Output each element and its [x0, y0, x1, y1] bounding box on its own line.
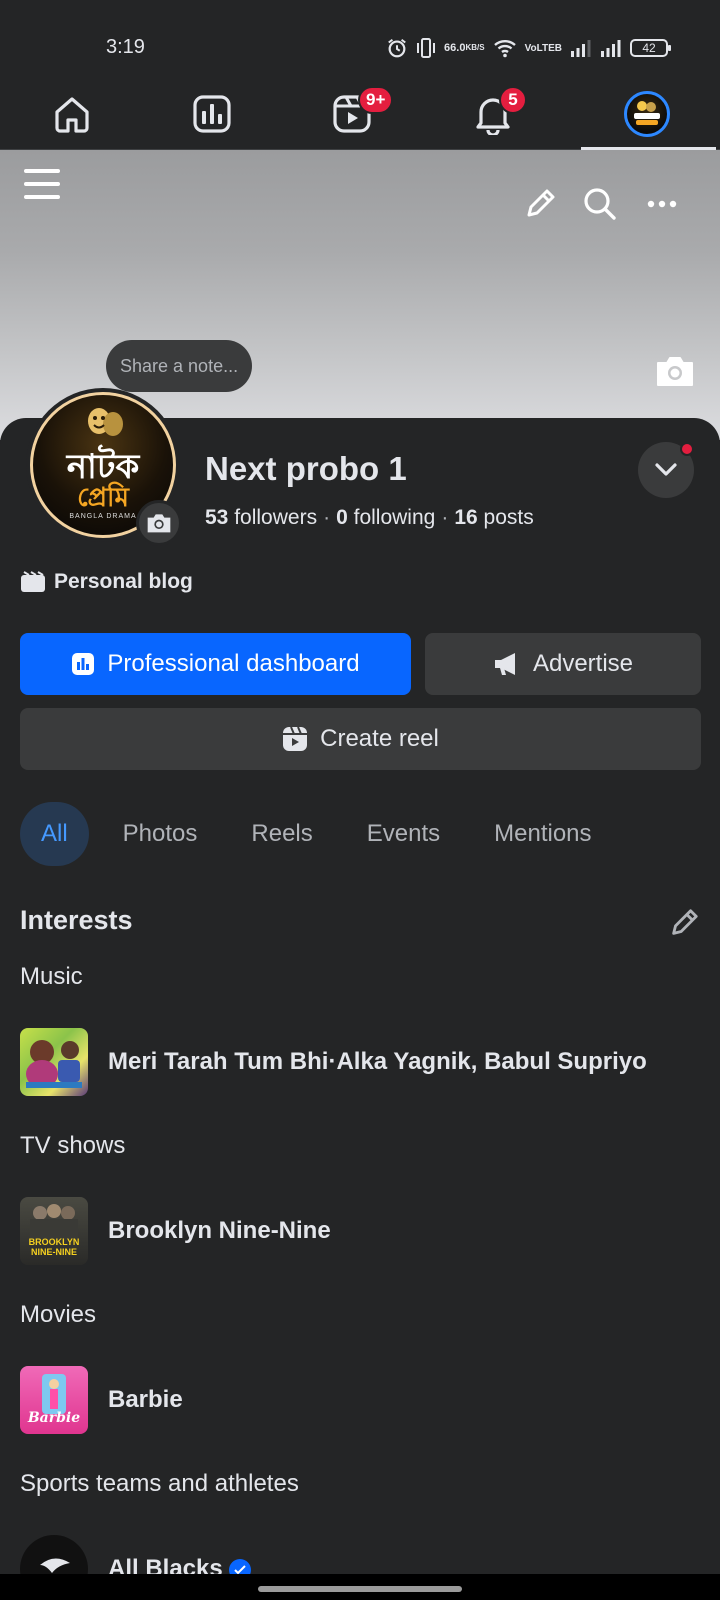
professional-dashboard-label: Professional dashboard	[107, 650, 360, 677]
nav-home[interactable]	[12, 78, 132, 150]
followers-link[interactable]: 53 followers	[205, 506, 317, 529]
search-icon	[584, 188, 616, 220]
tab-reels[interactable]: Reels	[231, 802, 332, 866]
cover-camera-button[interactable]	[650, 346, 700, 396]
interest-group-tv: TV shows	[20, 1132, 126, 1159]
professional-dashboard-button[interactable]: Professional dashboard	[20, 633, 411, 695]
dashboard-icon	[193, 95, 231, 133]
profile-tabs: All Photos Reels Events Mentions	[20, 802, 626, 866]
interest-item-tv[interactable]: BROOKLYN NINE-NINE Brooklyn Nine-Nine	[20, 1197, 331, 1265]
category-label: Personal blog	[54, 570, 193, 593]
tab-mentions[interactable]: Mentions	[474, 802, 611, 866]
nav-reels[interactable]: 9+	[292, 78, 412, 150]
interest-group-sports: Sports teams and athletes	[20, 1470, 299, 1497]
more-icon	[647, 200, 677, 208]
wifi-icon	[493, 38, 517, 58]
signal-icon-2	[600, 39, 622, 57]
camera-icon	[657, 357, 693, 386]
nav-profile[interactable]	[587, 78, 707, 150]
tab-photos[interactable]: Photos	[103, 802, 218, 866]
nav-dashboard[interactable]	[152, 78, 272, 150]
following-link[interactable]: 0 following	[336, 506, 435, 529]
status-bar: 3:19 66.0 KB/S Vo LTEB 42	[0, 0, 720, 78]
pencil-icon	[672, 909, 698, 935]
edit-button[interactable]	[516, 180, 564, 228]
advertise-label: Advertise	[532, 650, 634, 677]
vibrate-icon	[416, 37, 436, 59]
tab-events[interactable]: Events	[347, 802, 460, 866]
menu-button[interactable]	[18, 160, 66, 208]
volte-indicator: Vo LTEB	[524, 42, 562, 54]
posts-count: 16 posts	[454, 506, 534, 529]
alarm-icon	[386, 37, 408, 59]
drama-masks-icon	[88, 408, 123, 436]
pencil-icon	[527, 189, 555, 217]
home-gesture-bar[interactable]	[258, 1586, 462, 1592]
notifications-badge: 5	[499, 86, 527, 114]
interest-item-movies[interactable]: Barbie Barbie	[20, 1366, 183, 1434]
home-icon	[55, 97, 89, 133]
profile-camera-button[interactable]	[136, 500, 182, 546]
tv-thumbnail: BROOKLYN NINE-NINE	[20, 1197, 88, 1265]
interest-group-movies: Movies	[20, 1301, 97, 1328]
dropdown-notification-dot	[680, 442, 694, 456]
interest-item-music[interactable]: Meri Tarah Tum Bhi·Alka Yagnik, Babul Su…	[20, 1028, 647, 1096]
battery-icon: 42	[630, 39, 671, 57]
dashboard-icon	[72, 653, 95, 675]
tv-thumbnail-text: BROOKLYN NINE-NINE	[28, 1237, 80, 1257]
signal-icon	[570, 39, 592, 57]
music-interest-label: Meri Tarah Tum Bhi·Alka Yagnik, Babul Su…	[108, 1048, 647, 1075]
edit-interests-button[interactable]	[666, 905, 702, 941]
hamburger-icon	[24, 169, 60, 199]
camera-icon	[147, 514, 171, 533]
top-navigation: 9+ 5	[0, 78, 720, 150]
tab-all[interactable]: All	[20, 802, 89, 866]
profile-name: Next probo 1	[205, 450, 407, 487]
movie-thumbnail-text: Barbie	[27, 1410, 81, 1426]
status-time: 3:19	[106, 36, 145, 58]
more-options-button[interactable]	[638, 180, 686, 228]
search-button[interactable]	[576, 180, 624, 228]
profile-stats: 53 followers · 0 following · 16 posts	[205, 506, 534, 529]
profile-avatar	[624, 91, 670, 137]
reels-icon	[283, 726, 308, 751]
page-category: Personal blog	[20, 570, 193, 594]
nav-notifications[interactable]: 5	[433, 78, 553, 150]
network-speed: 66.0 KB/S	[444, 42, 485, 54]
interests-title: Interests	[20, 905, 133, 935]
tv-interest-label: Brooklyn Nine-Nine	[108, 1217, 331, 1244]
megaphone-icon	[494, 653, 515, 675]
create-reel-label: Create reel	[320, 725, 439, 752]
clapperboard-icon	[21, 571, 45, 592]
chevron-down-icon	[655, 463, 677, 476]
share-note-bubble[interactable]: Share a note...	[106, 340, 253, 392]
music-thumbnail	[20, 1028, 88, 1096]
advertise-button[interactable]: Advertise	[425, 633, 701, 695]
create-reel-button[interactable]: Create reel	[20, 708, 701, 770]
movie-interest-label: Barbie	[108, 1386, 183, 1413]
status-icons: 66.0 KB/S Vo LTEB 42	[386, 36, 671, 60]
reels-badge: 9+	[358, 86, 394, 114]
interest-group-music: Music	[20, 963, 83, 990]
movie-thumbnail: Barbie	[20, 1366, 88, 1434]
